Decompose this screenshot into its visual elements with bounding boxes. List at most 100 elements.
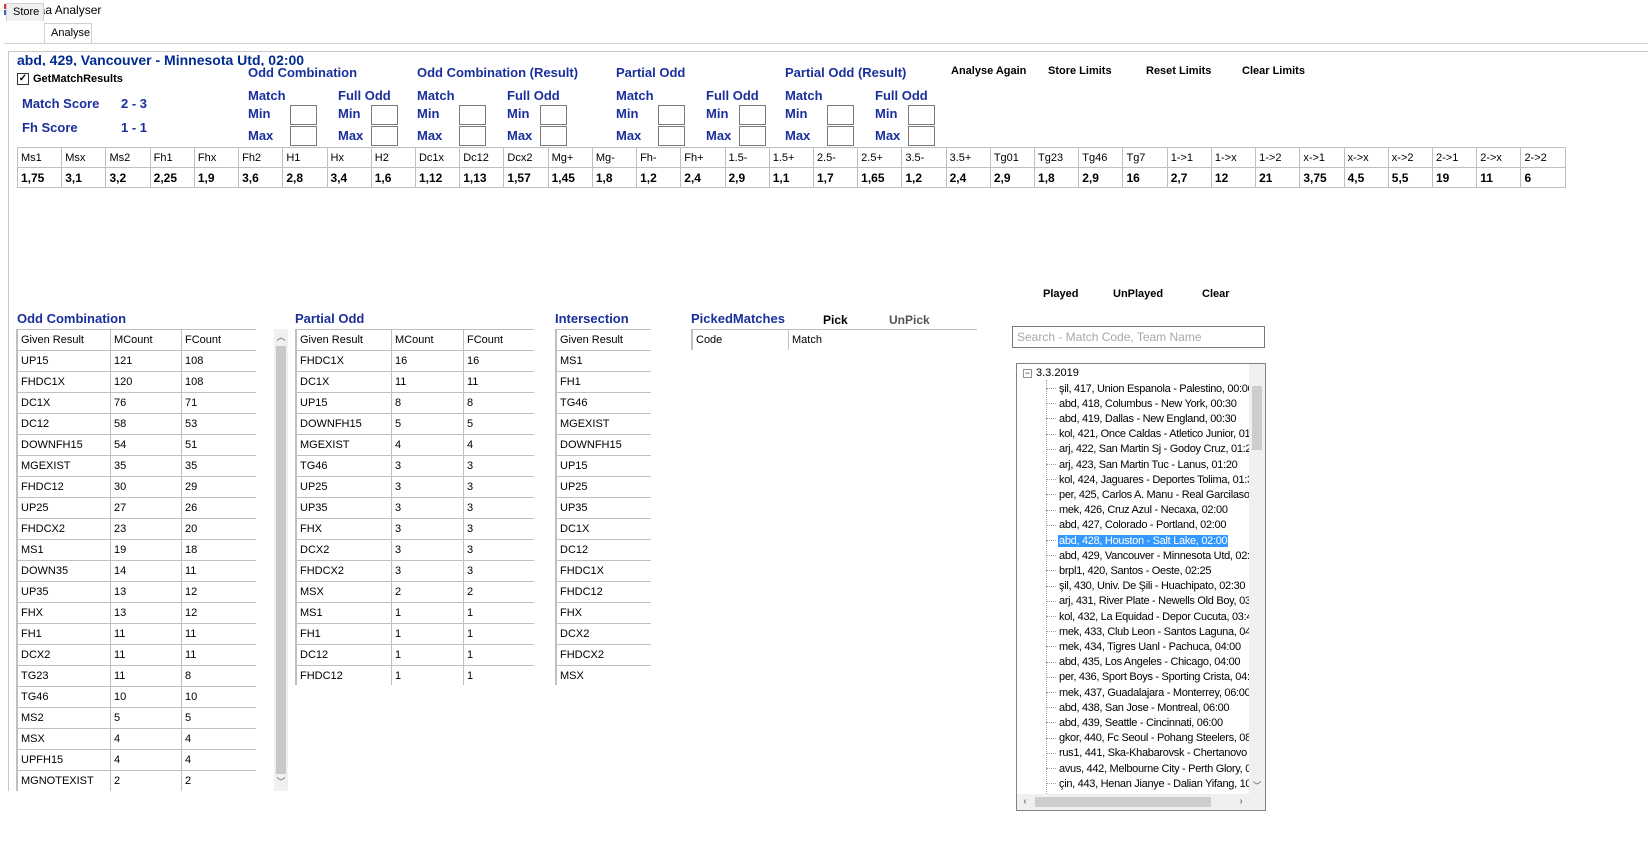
tree-horizontal-scrollbar[interactable]: ‹ › [1017,794,1249,810]
table-cell[interactable]: 8 [181,665,256,687]
tree-match-item[interactable]: mek, 433, Club Leon - Santos Laguna, 04: [1046,624,1256,639]
table-cell[interactable]: 3 [463,497,534,519]
table-row[interactable]: DCX2 11 11 [17,644,256,666]
odds-value-cell[interactable]: 1,2 [636,167,682,188]
table-cell[interactable]: DOWNFH15 [556,434,651,456]
odds-value-cell[interactable]: 4,5 [1343,167,1389,188]
table-cell[interactable]: 4 [181,749,256,771]
odd-combination-grid[interactable]: Given Result MCount FCount UP15 121 108 FHDC1X… [16,329,256,791]
table-row[interactable]: TG46 10 10 [17,686,256,708]
match-max-input[interactable] [658,126,685,146]
table-cell[interactable]: UP25 [17,497,111,519]
tree-match-item[interactable]: abd, 435, Los Angeles - Chicago, 04:00 [1046,655,1256,670]
table-cell[interactable]: 11 [110,665,182,687]
tree-match-item[interactable]: gkor, 440, Fc Seoul - Pohang Steelers, 0… [1046,731,1256,746]
match-max-input[interactable] [459,126,486,146]
table-cell[interactable]: 8 [391,392,464,414]
table-cell[interactable]: DOWNFH15 [296,413,392,435]
table-cell[interactable]: FH1 [556,371,651,393]
table-cell[interactable]: DC12 [556,539,651,561]
odds-value-cell[interactable]: 2,9 [1078,167,1124,188]
tree-match-item[interactable]: abd, 438, San Jose - Montreal, 06:00 [1046,700,1256,715]
table-cell[interactable]: 54 [110,434,182,456]
tree-match-item[interactable]: abd, 428, Houston - Salt Lake, 02:00 [1046,533,1256,548]
table-row[interactable]: DOWNFH15 54 51 [17,434,256,456]
table-cell[interactable]: 4 [391,434,464,456]
table-cell[interactable]: UPFH15 [17,749,111,771]
table-cell[interactable]: UP15 [296,392,392,414]
table-cell[interactable]: DC1X [17,392,111,414]
odd-combination-scrollbar[interactable]: ︿ ﹀ [274,329,288,791]
odds-value-cell[interactable]: 16 [1122,167,1168,188]
table-row[interactable]: MGEXIST [556,413,651,435]
table-cell[interactable]: 11 [463,371,534,393]
tree-match-item[interactable]: avus, 442, Melbourne City - Perth Glory,… [1046,761,1256,776]
scroll-down-icon[interactable]: ﹀ [1249,778,1265,794]
table-cell[interactable]: 1 [463,602,534,624]
table-cell[interactable]: 8 [463,392,534,414]
table-row[interactable]: DCX2 [556,623,651,645]
odds-value-cell[interactable]: 3,4 [326,167,372,188]
table-cell[interactable]: 108 [181,350,256,372]
table-row[interactable]: DOWNFH15 [556,434,651,456]
odds-value-cell[interactable]: 1,6 [370,167,416,188]
column-header[interactable]: Given Result [556,329,651,351]
table-row[interactable]: DC12 58 53 [17,413,256,435]
tree-match-item[interactable]: arj, 431, River Plate - Newells Old Boy,… [1046,594,1256,609]
table-cell[interactable]: UP25 [556,476,651,498]
table-row[interactable]: MSX 4 4 [17,728,256,750]
table-row[interactable]: FHDC12 30 29 [17,476,256,498]
column-header[interactable]: FCount [463,329,534,351]
table-cell[interactable]: 3 [391,476,464,498]
table-row[interactable]: MGEXIST 35 35 [17,455,256,477]
table-cell[interactable]: UP15 [17,350,111,372]
table-cell[interactable]: 30 [110,476,182,498]
table-cell[interactable]: 3 [463,476,534,498]
table-cell[interactable]: 11 [181,560,256,582]
table-cell[interactable]: 2 [463,581,534,603]
table-cell[interactable]: DCX2 [296,539,392,561]
table-cell[interactable]: MGEXIST [17,455,111,477]
table-cell[interactable]: 3 [391,455,464,477]
pick-button[interactable]: Pick [823,313,848,327]
table-cell[interactable]: 2 [181,770,256,791]
tree-match-item[interactable]: çin, 443, Henan Jianye - Dalian Yifang, … [1046,776,1256,791]
table-cell[interactable]: 11 [110,623,182,645]
odds-value-cell[interactable]: 3,1 [61,167,107,188]
match-max-input[interactable] [290,126,317,146]
table-cell[interactable]: DC12 [17,413,111,435]
odds-value-cell[interactable]: 11 [1476,167,1522,188]
tree-match-item[interactable]: abd, 419, Dallas - New England, 00:30 [1046,411,1256,426]
full-odd-min-input[interactable] [540,105,567,125]
table-cell[interactable]: DCX2 [17,644,111,666]
table-cell[interactable]: FHDC12 [17,476,111,498]
table-row[interactable]: FH1 [556,371,651,393]
match-min-input[interactable] [827,105,854,125]
table-cell[interactable]: 3 [391,518,464,540]
table-row[interactable]: UP35 13 12 [17,581,256,603]
collapse-icon[interactable]: − [1023,368,1032,378]
table-cell[interactable]: FH1 [296,623,392,645]
table-row[interactable]: MSX 2 2 [296,581,534,603]
table-cell[interactable]: 11 [181,644,256,666]
table-row[interactable]: UP25 27 26 [17,497,256,519]
odds-value-cell[interactable]: 1,8 [591,167,638,188]
table-cell[interactable]: 3 [463,560,534,582]
table-cell[interactable]: 10 [110,686,182,708]
table-cell[interactable]: 2 [391,581,464,603]
full-odd-min-input[interactable] [739,105,766,125]
table-cell[interactable]: MSX [296,581,392,603]
table-row[interactable]: FHDC1X 120 108 [17,371,256,393]
odds-value-cell[interactable]: 6 [1520,167,1566,188]
table-cell[interactable]: 3 [463,455,534,477]
full-odd-max-input[interactable] [908,126,935,146]
scroll-down-icon[interactable]: ﹀ [274,775,288,789]
table-cell[interactable]: 19 [110,539,182,561]
table-cell[interactable]: MSX [556,665,651,685]
table-cell[interactable]: MS1 [17,539,111,561]
table-cell[interactable]: DOWNFH15 [17,434,111,456]
table-row[interactable]: DOWN35 14 11 [17,560,256,582]
store-limits-button[interactable]: Store Limits [1048,65,1112,77]
intersection-grid[interactable]: Given Result MS1 FH1 TG46 MGEXIST DOWNFH15 UP1… [555,329,651,685]
table-cell[interactable]: UP35 [556,497,651,519]
